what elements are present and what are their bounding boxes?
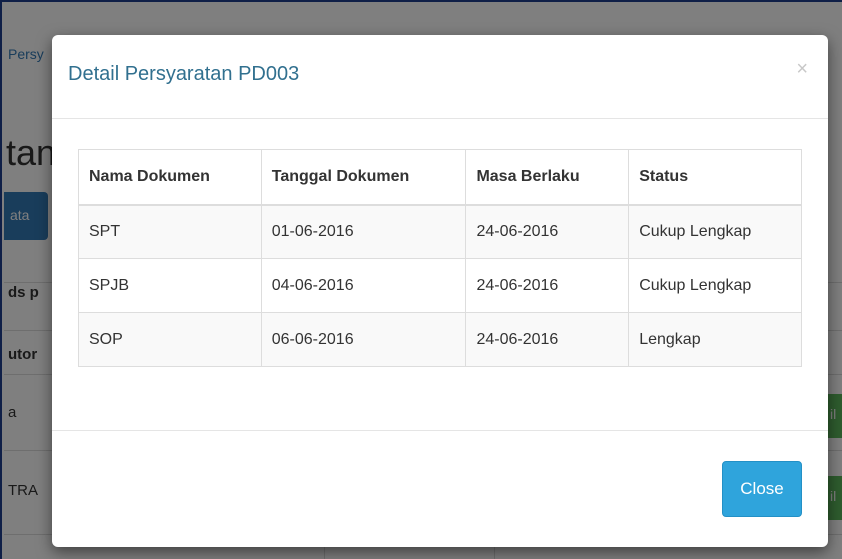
- column-header-tanggal-dokumen: Tanggal Dokumen: [260, 149, 467, 206]
- cell-tanggal-dokumen: 06-06-2016: [260, 312, 467, 367]
- column-header-masa-berlaku: Masa Berlaku: [465, 149, 630, 206]
- column-header-status: Status: [628, 149, 802, 206]
- modal-body: Nama Dokumen Tanggal Dokumen Masa Berlak…: [52, 119, 828, 430]
- close-icon[interactable]: ×: [796, 59, 808, 79]
- cell-tanggal-dokumen: 01-06-2016: [260, 204, 467, 259]
- table-header-row: Nama Dokumen Tanggal Dokumen Masa Berlak…: [78, 149, 802, 206]
- cell-masa-berlaku: 24-06-2016: [465, 204, 630, 259]
- close-button[interactable]: Close: [722, 461, 802, 517]
- modal-header: Detail Persyaratan PD003 ×: [52, 35, 828, 119]
- cell-status: Cukup Lengkap: [628, 204, 802, 259]
- cell-masa-berlaku: 24-06-2016: [465, 312, 630, 367]
- table-row: SPT 01-06-2016 24-06-2016 Cukup Lengkap: [78, 204, 802, 259]
- column-header-nama-dokumen: Nama Dokumen: [78, 149, 262, 206]
- table-row: SPJB 04-06-2016 24-06-2016 Cukup Lengkap: [78, 258, 802, 313]
- cell-masa-berlaku: 24-06-2016: [465, 258, 630, 313]
- cell-nama-dokumen: SPT: [78, 204, 262, 259]
- cell-nama-dokumen: SPJB: [78, 258, 262, 313]
- modal-footer: Close: [52, 430, 828, 547]
- cell-status: Lengkap: [628, 312, 802, 367]
- documents-table: Nama Dokumen Tanggal Dokumen Masa Berlak…: [78, 149, 802, 367]
- table-row: SOP 06-06-2016 24-06-2016 Lengkap: [78, 312, 802, 367]
- detail-modal: Detail Persyaratan PD003 × Nama Dokumen …: [52, 35, 828, 547]
- cell-tanggal-dokumen: 04-06-2016: [260, 258, 467, 313]
- cell-nama-dokumen: SOP: [78, 312, 262, 367]
- cell-status: Cukup Lengkap: [628, 258, 802, 313]
- modal-title: Detail Persyaratan PD003: [68, 63, 300, 85]
